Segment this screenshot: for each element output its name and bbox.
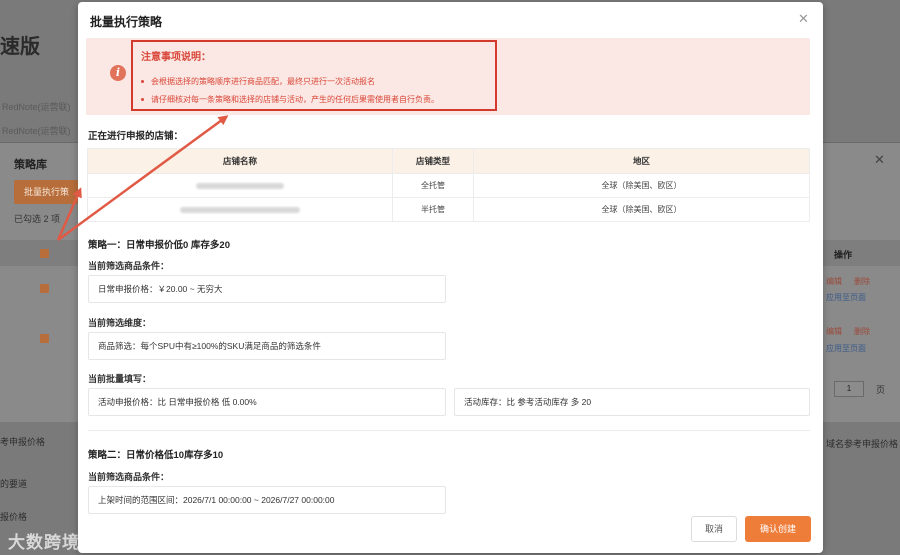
panel-close-icon[interactable]: ✕ (874, 152, 885, 168)
strategy1-dim-value: 商品筛选：每个SPU中有≥100%的SKU满足商品的筛选条件 (88, 332, 446, 360)
select-all-checkbox[interactable] (40, 249, 49, 258)
confirm-create-button[interactable]: 确认创建 (745, 516, 811, 542)
notice-title: 注意事项说明： (141, 52, 211, 63)
modal-title: 批量执行策略 (90, 15, 163, 29)
close-icon[interactable]: ✕ (798, 11, 809, 27)
selected-count: 已勾选 2 项 (14, 214, 61, 224)
strategy1-fill-price: 活动申报价格：比 日常申报价格 低 0.00% (88, 388, 446, 416)
stores-title: 正在进行申报的店铺： (88, 131, 184, 142)
notice-item: 请仔细核对每一条策略和选择的店铺与活动，产生的任何后果需使用者自行负责。 (141, 94, 439, 105)
watermark-logo: 大数跨境 (8, 533, 80, 552)
strategy1-title: 策略一：日常申报价低0 库存多20 (88, 240, 230, 251)
column-header: 店铺类型 (392, 149, 473, 173)
strategy2-cond-value: 上架时间的范围区间：2026/7/1 00:00:00 ~ 2026/7/27 … (88, 486, 446, 514)
page-title: 速版 (0, 36, 40, 58)
strategy-library-title: 策略库 (14, 159, 47, 171)
row-delete-link[interactable]: 删除 (854, 276, 870, 287)
bg-text: 域名参考申报价格 (826, 439, 899, 449)
strategy1-cond-value: 日常申报价格：￥20.00 ~ 无穷大 (88, 275, 446, 303)
store-region: 全球（除美国、欧区） (473, 198, 809, 221)
store-region: 全球（除美国、欧区） (473, 174, 809, 197)
page-label: 页 (876, 385, 886, 395)
table-row: 全托管 全球（除美国、欧区） (88, 173, 809, 197)
column-header: 店铺名称 (222, 156, 257, 166)
strategy1-fill-label: 当前批量填写： (88, 374, 152, 384)
section-divider (88, 430, 810, 431)
batch-execute-modal: 批量执行策略 ✕ i 注意事项说明： 会根据选择的策略顺序进行商品匹配，最终只进… (78, 2, 823, 553)
store-type: 全托管 (392, 174, 473, 197)
notice-item: 会根据选择的策略顺序进行商品匹配，最终只进行一次活动报名 (141, 76, 375, 87)
notice-banner: i 注意事项说明： 会根据选择的策略顺序进行商品匹配，最终只进行一次活动报名 请… (86, 38, 810, 115)
page-number-input[interactable]: 1 (834, 381, 864, 397)
row-edit-link[interactable]: 编辑 (826, 276, 842, 287)
row-checkbox[interactable] (40, 284, 49, 293)
ops-header: 操作 (834, 250, 853, 260)
batch-execute-button[interactable]: 批量执行策 (14, 180, 78, 204)
strategy1-cond-label: 当前筛选商品条件： (88, 261, 170, 271)
bullet-icon (141, 98, 144, 102)
info-icon: i (110, 65, 126, 81)
bg-text: 报价格 (0, 512, 28, 522)
store-name-redacted (88, 198, 392, 221)
store-name-redacted (88, 174, 392, 197)
table-header: 店铺名称 店铺类型 地区 (88, 149, 809, 173)
bullet-icon (141, 80, 144, 84)
strategy1-fill-stock: 活动库存：比 参考活动库存 多 20 (454, 388, 810, 416)
row-delete-link[interactable]: 删除 (854, 326, 870, 337)
cancel-button[interactable]: 取消 (691, 516, 737, 542)
store-type: 半托管 (392, 198, 473, 221)
strategy2-cond-label: 当前筛选商品条件： (88, 472, 170, 482)
bg-text: 的要道 (0, 479, 28, 489)
strategy1-dim-label: 当前筛选维度： (88, 318, 152, 328)
row-apply-link[interactable]: 应用至页面 (826, 343, 866, 354)
stores-table: 店铺名称 店铺类型 地区 全托管 全球（除美国、欧区） 半托管 全球（除美国、欧… (87, 148, 810, 222)
bg-text: RedNote(运营联) (2, 102, 71, 112)
row-checkbox[interactable] (40, 334, 49, 343)
bg-text: RedNote(运营联) (2, 126, 71, 136)
row-edit-link[interactable]: 编辑 (826, 326, 842, 337)
strategy2-title: 策略二：日常价格低10库存多10 (88, 450, 224, 461)
row-apply-link[interactable]: 应用至页面 (826, 292, 866, 303)
column-header: 地区 (473, 149, 809, 173)
bg-text: 考申报价格 (0, 437, 46, 447)
table-row: 半托管 全球（除美国、欧区） (88, 197, 809, 221)
